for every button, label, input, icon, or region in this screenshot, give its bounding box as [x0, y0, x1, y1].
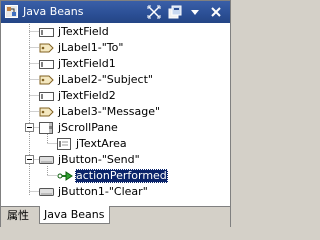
tree-item-jtextfield1[interactable]: jTextField1	[1, 56, 230, 72]
tree-item-jlabel3[interactable]: jLabel3-"Message"	[1, 104, 230, 120]
tree-item-actionperformed[interactable]: actionPerformed	[1, 168, 230, 184]
tree-item-label: jButton1-"Clear"	[58, 185, 148, 198]
tree-item-label: jTextField2	[58, 89, 116, 102]
view-title-bar[interactable]: Java Beans	[1, 1, 230, 23]
tree-item-jlabel1[interactable]: jLabel1-"To"	[1, 40, 230, 56]
event-handler-icon	[57, 169, 73, 183]
tree-item-jtextfield[interactable]: jTextField	[1, 24, 230, 40]
tree-item-jbutton1-clear[interactable]: jButton1-"Clear"	[1, 184, 230, 200]
label-icon	[39, 73, 55, 87]
tree-item-jtextfield2[interactable]: jTextField2	[1, 88, 230, 104]
tree-item-jlabel2[interactable]: jLabel2-"Subject"	[1, 72, 230, 88]
textfield-icon	[39, 25, 55, 39]
tree-item-label: jLabel2-"Subject"	[58, 73, 153, 86]
scrollpane-icon	[39, 121, 55, 135]
chevron-down-icon[interactable]	[187, 4, 203, 20]
tree-item-label: jLabel3-"Message"	[58, 105, 161, 118]
tree-item-label: jButton-"Send"	[58, 153, 140, 166]
label-icon	[39, 105, 55, 119]
tree-item-jbutton-send[interactable]: jButton-"Send"	[1, 152, 230, 168]
button-icon	[39, 185, 55, 199]
tree-item-jtextarea[interactable]: jTextArea	[1, 136, 230, 152]
java-beans-view: Java Beans jTextField jLabel1-"To" jText…	[0, 0, 231, 227]
textfield-icon	[39, 57, 55, 71]
textarea-icon	[57, 137, 73, 151]
java-beans-icon	[5, 5, 18, 18]
view-tab-bar: 属性 Java Beans	[1, 206, 230, 227]
view-title: Java Beans	[23, 5, 84, 18]
textfield-icon	[39, 89, 55, 103]
button-icon	[39, 153, 55, 167]
tree-item-label: jTextField1	[58, 57, 116, 70]
tree-item-jscrollpane[interactable]: jScrollPane	[1, 120, 230, 136]
label-icon	[39, 41, 55, 55]
tab-java-beans[interactable]: Java Beans	[39, 206, 110, 224]
component-tree[interactable]: jTextField jLabel1-"To" jTextField1 jLab…	[1, 24, 230, 206]
tab-properties[interactable]: 属性	[3, 207, 33, 225]
expand-collapse-icon[interactable]	[146, 4, 162, 20]
tree-item-label: jLabel1-"To"	[58, 41, 124, 54]
tree-item-label: jTextArea	[76, 137, 127, 150]
tree-item-label: jTextField	[58, 25, 109, 38]
close-icon[interactable]	[208, 4, 224, 20]
tree-item-label: jScrollPane	[58, 121, 118, 134]
view-menu-icon[interactable]	[167, 4, 183, 20]
tree-item-label: actionPerformed	[75, 169, 168, 183]
